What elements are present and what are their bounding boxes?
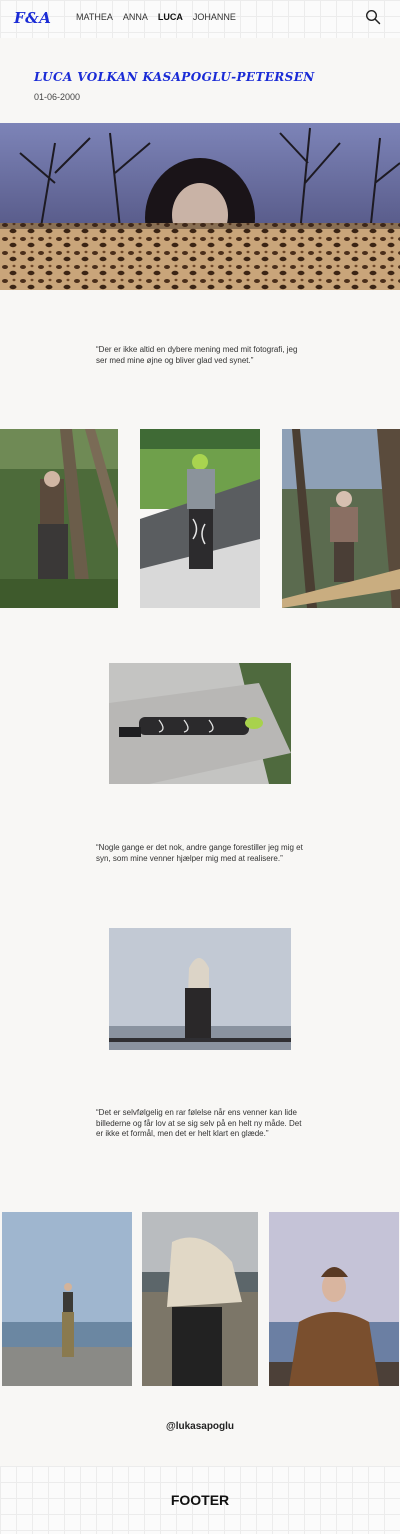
- photo-lying: [109, 663, 291, 784]
- nav-item-mathea[interactable]: MATHEA: [76, 12, 113, 22]
- photo-lake: [109, 928, 291, 1050]
- main-nav: MATHEA ANNA LUCA JOHANNE: [76, 12, 236, 22]
- photo-forest-1: [0, 429, 118, 608]
- quote-1: “Der er ikke altid en dybere mening med …: [96, 345, 298, 365]
- instagram-handle[interactable]: @lukasapoglu: [0, 1421, 400, 1432]
- hero-photo: [0, 123, 400, 290]
- photo-portrait: [269, 1212, 399, 1386]
- site-logo[interactable]: F&A: [14, 9, 51, 27]
- site-header: F&A MATHEA ANNA LUCA JOHANNE: [0, 0, 400, 38]
- photo-beach-1: [2, 1212, 132, 1386]
- quote-3: “Det er selvfølgelig en rar følelse når …: [96, 1108, 302, 1138]
- footer-label: FOOTER: [170, 1492, 230, 1508]
- photo-hair: [142, 1212, 258, 1386]
- photo-road: [140, 429, 260, 608]
- nav-item-anna[interactable]: ANNA: [123, 12, 148, 22]
- nav-item-johanne[interactable]: JOHANNE: [193, 12, 236, 22]
- nav-item-luca[interactable]: LUCA: [158, 12, 183, 22]
- site-footer: FOOTER: [0, 1466, 400, 1534]
- profile-date: 01-06-2000: [34, 92, 81, 102]
- photo-forest-2: [282, 429, 400, 608]
- quote-2: “Nogle gange er det nok, andre gange for…: [96, 843, 303, 863]
- page-title: LUCA VOLKAN KASAPOGLU-PETERSEN: [34, 70, 315, 84]
- search-icon[interactable]: [365, 9, 381, 25]
